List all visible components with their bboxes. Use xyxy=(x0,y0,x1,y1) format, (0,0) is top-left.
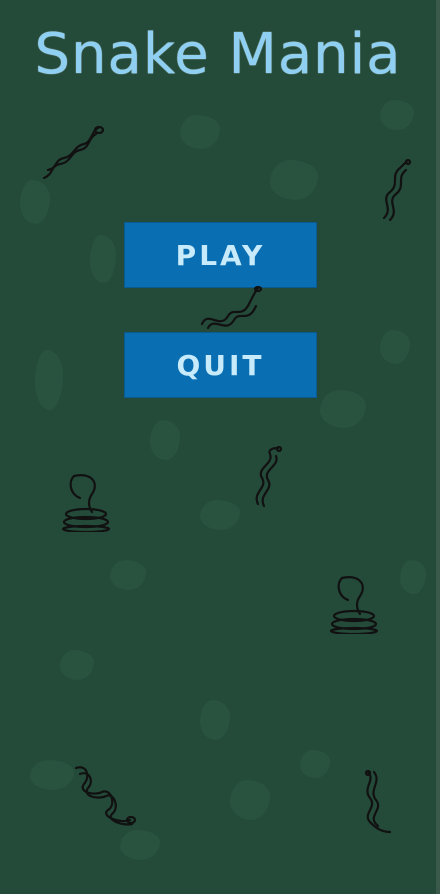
snake-icon xyxy=(198,284,262,332)
bg-blotch xyxy=(60,650,94,680)
bg-blotch xyxy=(180,115,220,149)
snake-icon xyxy=(40,120,104,184)
bg-blotch xyxy=(380,330,410,364)
right-edge-bar xyxy=(436,0,440,894)
bg-blotch xyxy=(300,750,330,778)
bg-blotch xyxy=(400,560,426,594)
cobra-icon xyxy=(60,472,112,532)
bg-blotch xyxy=(320,390,366,428)
snake-icon xyxy=(70,762,136,828)
snake-icon xyxy=(376,158,416,222)
quit-button[interactable]: QUIT xyxy=(124,332,317,398)
play-button[interactable]: PLAY xyxy=(124,222,317,288)
bg-blotch xyxy=(90,235,116,283)
cobra-icon xyxy=(328,574,380,634)
snake-icon xyxy=(248,444,288,508)
bg-blotch xyxy=(230,780,270,820)
game-title: Snake Mania xyxy=(34,22,402,87)
bg-blotch xyxy=(110,560,146,590)
bg-blotch xyxy=(30,760,74,790)
bg-blotch xyxy=(150,420,180,460)
snake-icon xyxy=(356,770,396,836)
bg-blotch xyxy=(380,100,414,130)
bg-blotch xyxy=(270,160,318,200)
bg-blotch xyxy=(35,350,63,410)
bg-blotch xyxy=(120,830,160,860)
bg-blotch xyxy=(20,180,50,224)
bg-blotch xyxy=(200,700,230,740)
bg-blotch xyxy=(200,500,240,530)
